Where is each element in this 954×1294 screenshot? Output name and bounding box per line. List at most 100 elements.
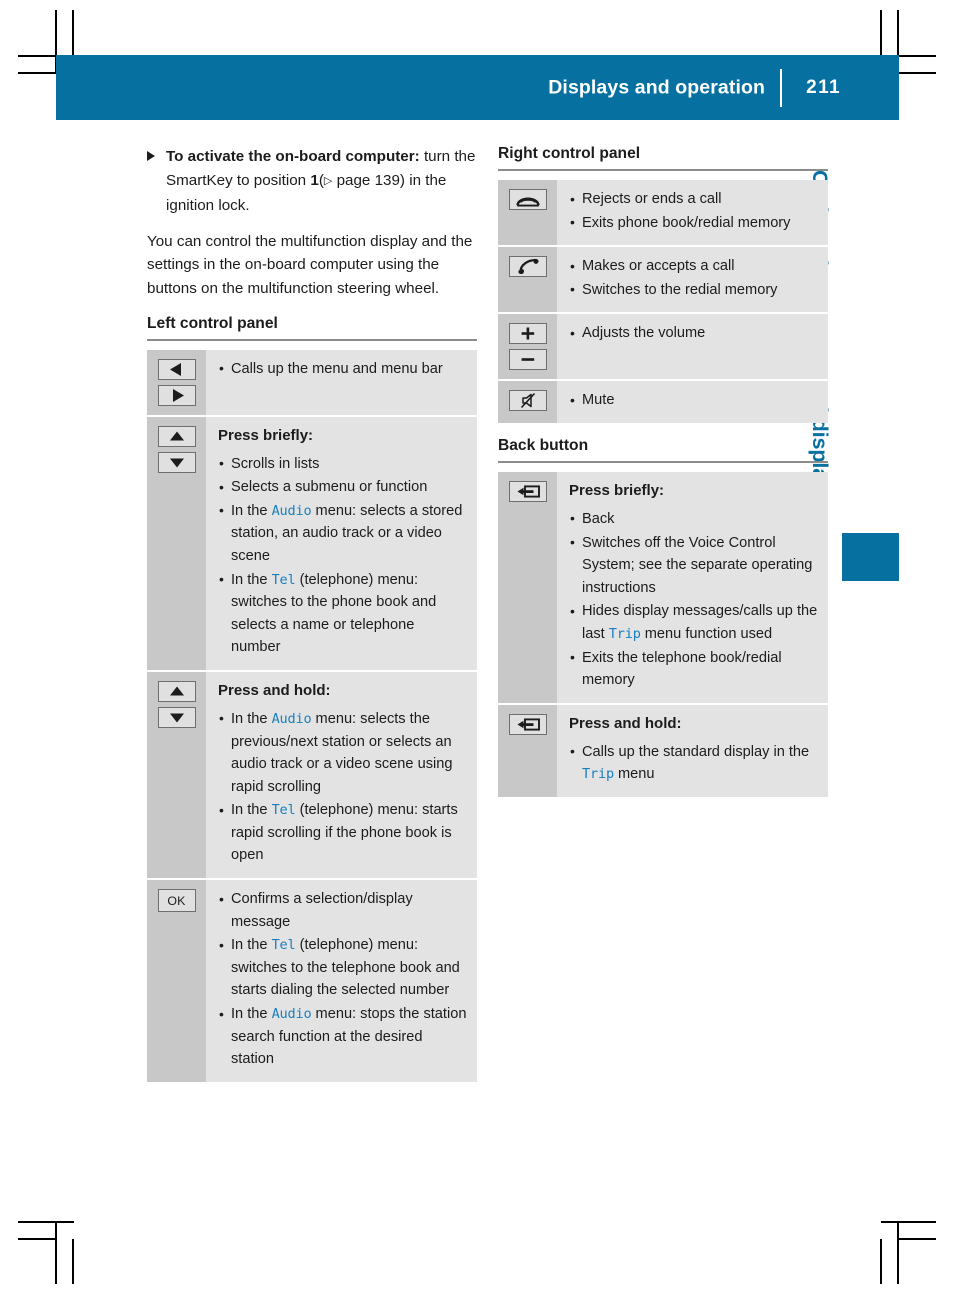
arrow-down-key [157,451,196,473]
arrow-right-key [157,384,196,406]
menu-name-code: Tel [271,571,296,588]
table-row: Rejects or ends a callExits phone book/r… [498,180,828,248]
table-row: Press and hold: Calls up the standard dis… [498,704,828,797]
arrow-down-icon [158,452,196,473]
description-cell: Makes or accepts a callSwitches to the r… [557,247,828,313]
arrow-up-icon [158,426,196,447]
arrow-up-key [157,425,196,447]
crop-mark-top-left-horizontal-outer [18,55,56,57]
list-item: Adjusts the volume [569,322,818,345]
list-item: Makes or accepts a call [569,255,818,278]
instruction-position-number: 1 [310,171,319,189]
menu-name-code: Audio [271,710,312,727]
arrow-up-icon [158,681,196,702]
icon-cell [147,671,206,879]
icon-cell [498,180,557,246]
icon-cell [147,349,206,415]
left-control-panel-heading: Left control panel [147,314,278,332]
menu-name-code: Tel [271,802,296,819]
back-arrow-key [508,713,547,735]
back-button-heading: Back button [498,436,589,454]
crop-mark-bottom-right-vertical-outer [897,1222,899,1284]
crop-mark-top-left-vertical-inner [72,10,74,55]
description-cell: Adjusts the volume [557,314,828,380]
list-item: Switches off the Voice Control System; s… [569,531,818,600]
table-row: Adjusts the volume [498,314,828,382]
icon-cell [147,416,206,670]
menu-name-code: Trip [582,766,614,783]
arrow-left-key [157,358,196,380]
arrow-left-icon [158,359,196,380]
list-item: Exits phone book/redial memory [569,211,818,235]
list-item: In the Tel (telephone) menu: starts rapi… [218,799,467,867]
description-list: BackSwitches off the Voice Control Syste… [569,507,818,692]
list-item: Scrolls in lists [218,452,467,476]
back-arrow-icon [509,481,547,502]
icon-cell [498,247,557,313]
description-cell: Rejects or ends a callExits phone book/r… [557,180,828,246]
table-row: OK Confirms a selection/display messageIn… [147,880,477,1082]
list-item: In the Tel (telephone) menu: switches to… [218,568,467,659]
list-item: In the Tel (telephone) menu: switches to… [218,934,467,1002]
cell-heading: Press and hold: [218,681,331,699]
icon-cell [498,704,557,797]
arrow-up-key [157,680,196,702]
header-divider [780,69,782,107]
table-row: Press briefly: Scrolls in listsSelects a … [147,416,477,672]
arrow-down-key [157,706,196,728]
description-list: In the Audio menu: selects the previous/… [218,707,467,867]
crop-mark-top-right-vertical-inner [880,10,882,55]
list-item: Switches to the redial memory [569,278,818,302]
list-item: Rejects or ends a call [569,188,818,211]
ok-label: OK [167,893,186,908]
icon-cell [498,381,557,423]
back-button-table: Press briefly: BackSwitches off the Voice… [498,471,828,797]
description-cell: Confirms a selection/display messageIn t… [206,880,477,1082]
volume-plus-icon [509,323,547,344]
phone-hangup-icon [509,189,547,210]
instruction-triangle-icon [147,151,155,161]
mute-key [508,390,547,412]
list-item: Selects a submenu or function [218,476,467,499]
activation-instruction: To activate the on-board computer: turn … [147,145,477,218]
cell-heading: Press briefly: [569,481,665,499]
icon-cell: OK [147,880,206,1082]
crop-mark-bottom-left-vertical-inner [72,1239,74,1284]
phone-pickup-icon [509,256,547,277]
description-cell: Press briefly: BackSwitches off the Voice… [557,471,828,703]
menu-name-code: Audio [271,1006,312,1023]
list-item: Mute [569,389,818,412]
description-list: Makes or accepts a callSwitches to the r… [569,255,818,301]
back-arrow-icon [509,714,547,735]
icon-cell [498,314,557,380]
page-title: Displays and operation [548,76,765,98]
arrow-down-icon [158,707,196,728]
crop-mark-top-right-horizontal-outer [899,55,936,57]
list-item: Exits the telephone book/redial memory [569,646,818,692]
table-row: Mute [498,381,828,423]
cell-heading: Press and hold: [569,714,682,732]
volume-minus-icon [509,349,547,370]
menu-name-code: Tel [271,937,296,954]
description-list: Calls up the menu and menu bar [218,357,467,381]
volume-minus-key [508,349,547,371]
description-cell: Press and hold: In the Audio menu: select… [206,671,477,879]
right-section-rule-2 [498,460,828,463]
arrow-right-icon [158,385,196,406]
description-list: Adjusts the volume [569,322,818,345]
intro-paragraph: You can control the multifunction displa… [147,232,473,297]
list-item: Calls up the menu and menu bar [218,357,467,381]
chapter-side-tab-marker [842,533,899,581]
list-item: Back [569,507,818,531]
volume-plus-key [508,323,547,345]
crop-mark-bottom-right-horizontal-outer [899,1238,936,1240]
description-list: Calls up the standard display in the Tri… [569,740,818,786]
menu-name-code: Audio [271,502,312,519]
description-cell: Press briefly: Scrolls in listsSelects a … [206,416,477,670]
phone-pickup-key [508,256,547,278]
menu-name-code: Trip [608,625,641,642]
description-cell: Press and hold: Calls up the standard dis… [557,704,828,797]
ok-key: OK [157,889,196,913]
table-row: Press and hold: In the Audio menu: select… [147,671,477,881]
description-list: Mute [569,389,818,412]
